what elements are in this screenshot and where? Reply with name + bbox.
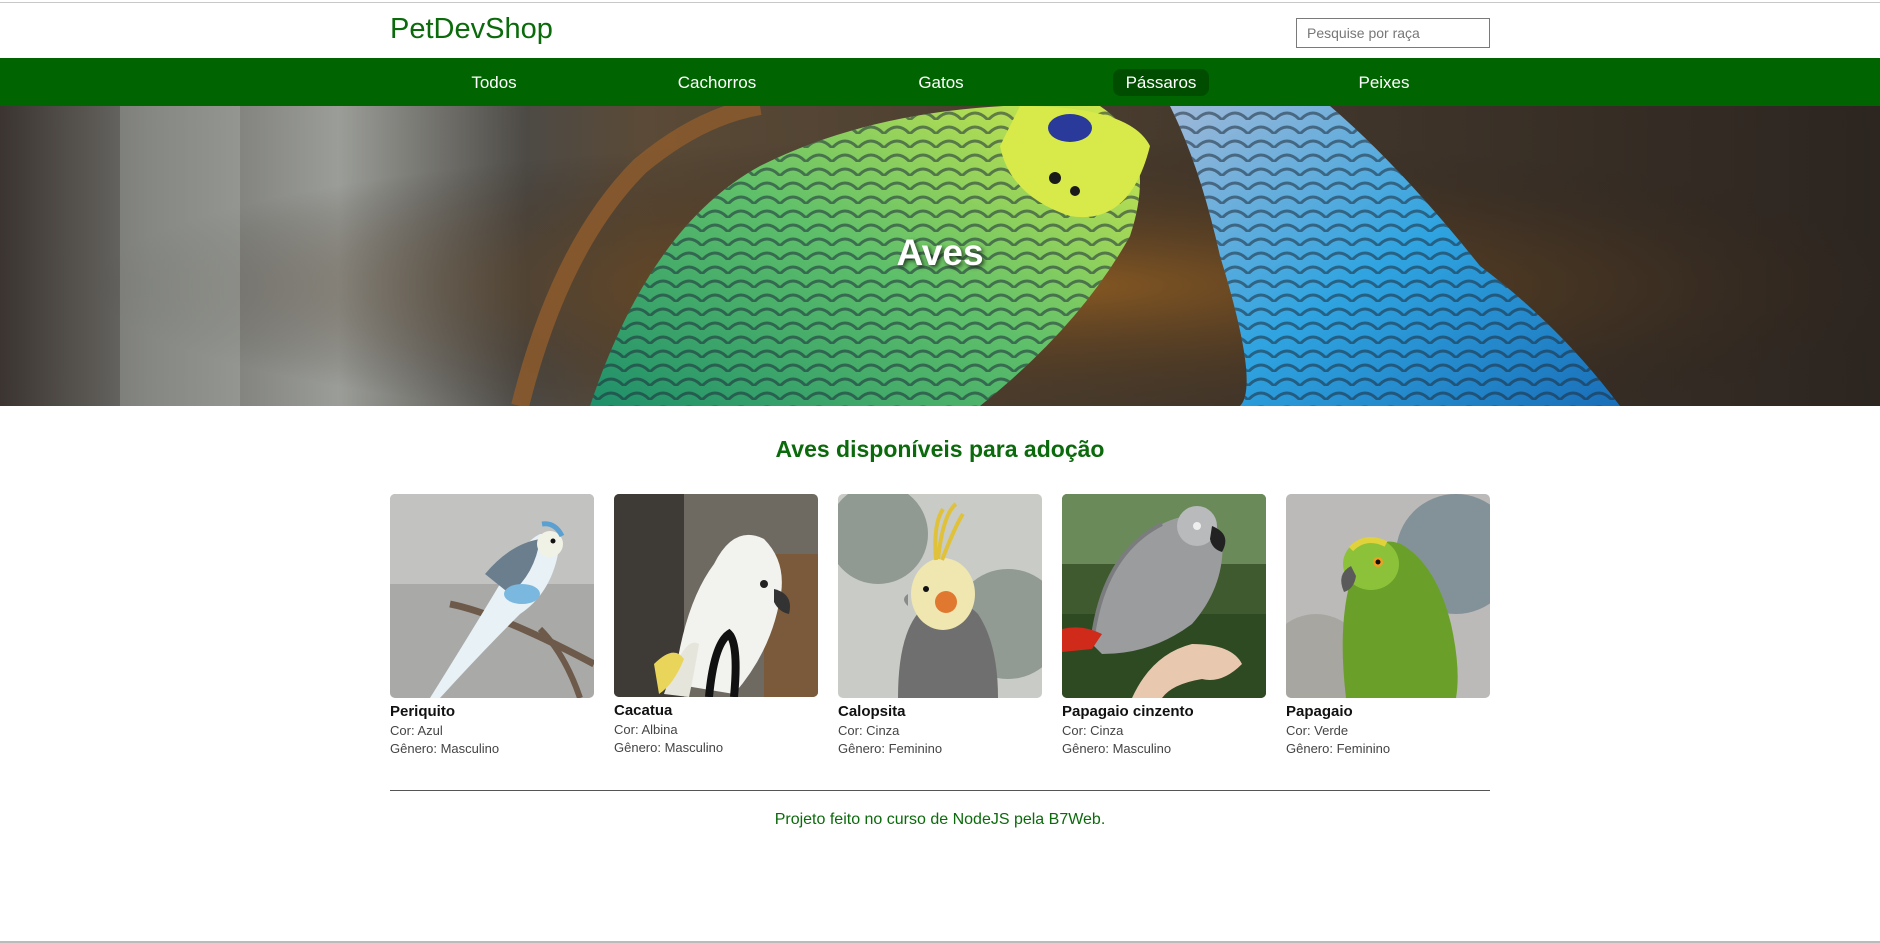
pet-gender: Gênero: Masculino (1062, 741, 1172, 756)
pet-gender: Gênero: Masculino (390, 741, 500, 756)
pet-card[interactable]: Periquito Cor: Azul Gênero: Masculino (390, 494, 594, 756)
pet-card[interactable]: Calopsita Cor: Cinza Gênero: Feminino (838, 494, 1042, 756)
main-nav: Todos Cachorros Gatos Pássaros Peixes (0, 58, 1880, 106)
hero-title: Aves (896, 232, 984, 273)
pet-photo[interactable] (390, 494, 594, 698)
pet-name: Periquito (390, 703, 456, 720)
pet-name: Cacatua (614, 702, 673, 719)
search-input[interactable] (1296, 18, 1490, 48)
pet-color: Cor: Azul (390, 723, 443, 738)
nav-item-passaros[interactable]: Pássaros (1113, 69, 1209, 96)
pet-name: Calopsita (838, 703, 906, 720)
nav-item-peixes[interactable]: Peixes (1346, 69, 1422, 96)
pet-name: Papagaio cinzento (1062, 703, 1194, 720)
site-logo[interactable]: PetDevShop (390, 13, 553, 46)
pet-gender: Gênero: Masculino (614, 740, 724, 755)
pet-photo[interactable] (1062, 494, 1266, 698)
nav-item-cachorros[interactable]: Cachorros (672, 69, 762, 96)
section-title: Aves disponíveis para adoção (775, 436, 1105, 462)
pet-card[interactable]: Papagaio Cor: Verde Gênero: Feminino (1286, 494, 1490, 756)
pet-gender: Gênero: Feminino (838, 741, 943, 756)
site-header: PetDevShop (0, 3, 1880, 58)
pet-photo[interactable] (838, 494, 1042, 698)
nav-item-gatos[interactable]: Gatos (906, 69, 976, 96)
pet-color: Cor: Albina (614, 722, 678, 737)
pet-gender: Gênero: Feminino (1286, 741, 1391, 756)
pet-photo[interactable] (1286, 494, 1490, 698)
pet-color: Cor: Verde (1286, 723, 1349, 738)
pet-card[interactable]: Papagaio cinzento Cor: Cinza Gênero: Mas… (1062, 494, 1266, 756)
pet-color: Cor: Cinza (838, 723, 900, 738)
pet-card[interactable]: Cacatua Cor: Albina Gênero: Masculino (614, 494, 818, 755)
pet-photo[interactable] (614, 494, 818, 697)
hero-banner: Aves (0, 106, 1880, 406)
pet-color: Cor: Cinza (1062, 723, 1124, 738)
footer-divider (390, 790, 1490, 791)
footer-text: Projeto feito no curso de NodeJS pela B7… (774, 811, 1106, 828)
nav-item-todos[interactable]: Todos (456, 69, 532, 96)
pet-name: Papagaio (1286, 703, 1353, 720)
